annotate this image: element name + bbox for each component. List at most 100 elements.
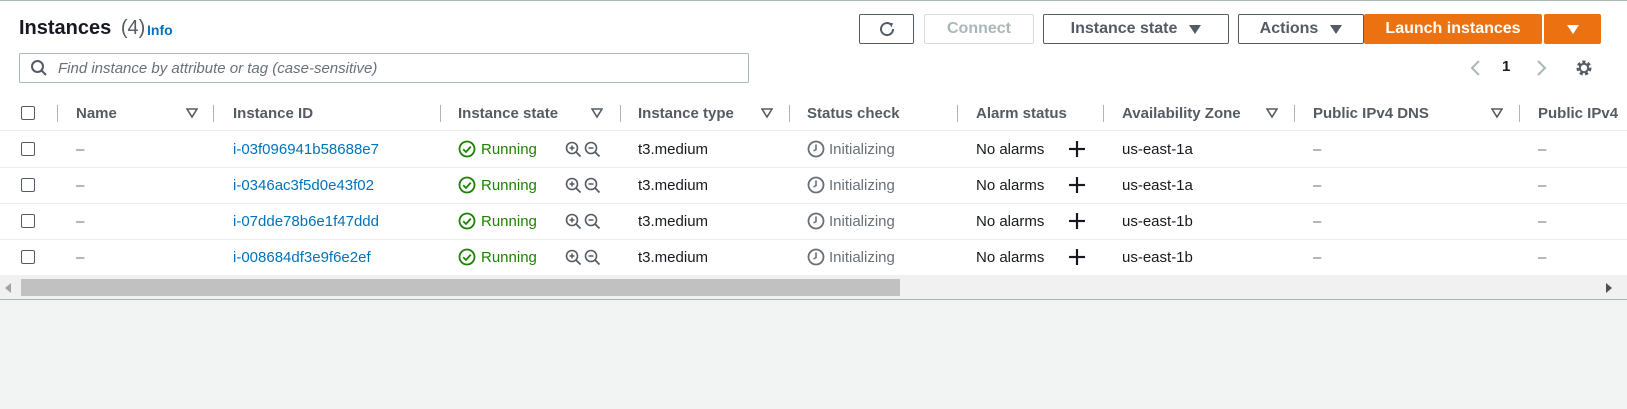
- scroll-right-arrow-icon[interactable]: [1606, 283, 1612, 293]
- search-icon: [31, 60, 47, 76]
- zoom-out-icon[interactable]: [584, 141, 601, 158]
- sort-icon[interactable]: [1266, 107, 1278, 119]
- instance-state-button[interactable]: Instance state: [1043, 14, 1229, 44]
- status-check-cell: Initializing: [807, 203, 895, 239]
- prev-page-button[interactable]: [1469, 55, 1483, 81]
- instances-panel: Instances (4) Info Connect Instance stat…: [0, 1, 1627, 300]
- connect-button[interactable]: Connect: [924, 14, 1034, 44]
- availability-zone-cell: us-east-1b: [1122, 248, 1193, 266]
- row-checkbox[interactable]: [21, 214, 35, 228]
- caret-down-icon: [1566, 24, 1579, 34]
- table-row[interactable]: – i-03f096941b58688e7 Running t3.medium …: [0, 131, 1627, 168]
- sort-icon[interactable]: [591, 107, 603, 119]
- current-page[interactable]: 1: [1502, 58, 1510, 75]
- table-row[interactable]: – i-0346ac3f5d0e43f02 Running t3.medium …: [0, 167, 1627, 204]
- status-check-text: Initializing: [829, 176, 895, 194]
- column-divider[interactable]: [57, 105, 58, 122]
- instance-state-text: Running: [481, 140, 537, 158]
- add-alarm-button[interactable]: [1068, 239, 1086, 275]
- public-dns-cell: –: [1313, 212, 1322, 230]
- alarm-status-cell: No alarms: [976, 212, 1045, 230]
- gear-icon: [1576, 60, 1592, 76]
- column-header-instance-id[interactable]: Instance ID: [233, 96, 313, 130]
- column-header-instance-state[interactable]: Instance state: [458, 96, 558, 130]
- column-divider[interactable]: [957, 105, 958, 122]
- instance-type-cell: t3.medium: [638, 248, 709, 266]
- caret-down-icon: [1189, 24, 1202, 34]
- instance-id-link[interactable]: i-07dde78b6e1f47ddd: [233, 203, 379, 239]
- add-alarm-button[interactable]: [1068, 167, 1086, 203]
- actions-button[interactable]: Actions: [1238, 14, 1364, 44]
- search-input[interactable]: [56, 58, 748, 78]
- launch-options-dropdown[interactable]: [1544, 14, 1601, 44]
- public-dns-cell: –: [1313, 176, 1322, 194]
- zoom-out-icon[interactable]: [584, 177, 601, 194]
- column-header-instance-type[interactable]: Instance type: [638, 96, 734, 130]
- row-checkbox[interactable]: [21, 142, 35, 156]
- column-divider[interactable]: [620, 105, 621, 122]
- instance-id-link[interactable]: i-0346ac3f5d0e43f02: [233, 167, 374, 203]
- zoom-out-icon[interactable]: [584, 213, 601, 230]
- sort-icon[interactable]: [761, 107, 773, 119]
- name-cell: –: [76, 212, 85, 230]
- column-header-public-dns[interactable]: Public IPv4 DNS: [1313, 96, 1429, 130]
- row-checkbox[interactable]: [21, 250, 35, 264]
- plus-icon: [1069, 177, 1085, 193]
- row-checkbox[interactable]: [21, 178, 35, 192]
- refresh-button[interactable]: [859, 14, 914, 44]
- column-header-name[interactable]: Name: [76, 96, 117, 130]
- sort-icon[interactable]: [1491, 107, 1503, 119]
- scrollbar-thumb[interactable]: [21, 279, 900, 296]
- preferences-button[interactable]: [1574, 55, 1594, 81]
- page-title: Instances (4): [19, 17, 145, 40]
- page-title-text: Instances: [19, 17, 112, 39]
- instance-state-cell: Running: [458, 203, 537, 239]
- status-check-cell: Initializing: [807, 239, 895, 275]
- public-ipv4-cell: –: [1538, 140, 1547, 158]
- table-row[interactable]: – i-07dde78b6e1f47ddd Running t3.medium …: [0, 203, 1627, 240]
- column-divider[interactable]: [1519, 105, 1520, 122]
- instance-count: (4): [120, 17, 146, 39]
- zoom-in-icon[interactable]: [565, 141, 582, 158]
- status-check-text: Initializing: [829, 212, 895, 230]
- next-page-button[interactable]: [1534, 55, 1548, 81]
- clock-icon: [807, 176, 825, 194]
- plus-icon: [1069, 213, 1085, 229]
- instance-state-text: Running: [481, 212, 537, 230]
- clock-icon: [807, 248, 825, 266]
- caret-down-icon: [1330, 24, 1343, 34]
- add-alarm-button[interactable]: [1068, 131, 1086, 167]
- zoom-in-icon[interactable]: [565, 249, 582, 266]
- column-divider[interactable]: [1294, 105, 1295, 122]
- column-divider[interactable]: [1103, 105, 1104, 122]
- clock-icon: [807, 140, 825, 158]
- select-all-checkbox[interactable]: [21, 106, 35, 120]
- column-header-availability-zone[interactable]: Availability Zone: [1122, 96, 1241, 130]
- chevron-right-icon: [1537, 60, 1547, 76]
- search-box[interactable]: [19, 53, 749, 83]
- zoom-in-icon[interactable]: [565, 213, 582, 230]
- table-header: Name Instance ID Instance state Instance…: [0, 96, 1627, 131]
- column-divider[interactable]: [789, 105, 790, 122]
- table-row[interactable]: – i-008684df3e9f6e2ef Running t3.medium …: [0, 239, 1627, 276]
- launch-instances-button[interactable]: Launch instances: [1364, 14, 1542, 44]
- sort-icon[interactable]: [186, 107, 198, 119]
- zoom-in-icon[interactable]: [565, 177, 582, 194]
- column-header-public-ipv4[interactable]: Public IPv4: [1538, 96, 1623, 130]
- info-link[interactable]: Info: [147, 22, 173, 38]
- instance-state-cell: Running: [458, 167, 537, 203]
- instance-id-link[interactable]: i-008684df3e9f6e2ef: [233, 239, 371, 275]
- public-dns-cell: –: [1313, 248, 1322, 266]
- horizontal-scrollbar[interactable]: [0, 275, 1627, 299]
- chevron-left-icon: [1470, 60, 1480, 76]
- scroll-left-arrow-icon[interactable]: [5, 283, 11, 293]
- add-alarm-button[interactable]: [1068, 203, 1086, 239]
- column-header-status-check[interactable]: Status check: [807, 96, 900, 130]
- column-header-alarm-status[interactable]: Alarm status: [976, 96, 1067, 130]
- instance-type-cell: t3.medium: [638, 212, 709, 230]
- zoom-out-icon[interactable]: [584, 249, 601, 266]
- column-divider[interactable]: [440, 105, 441, 122]
- instance-id-link[interactable]: i-03f096941b58688e7: [233, 131, 379, 167]
- column-divider[interactable]: [213, 105, 214, 122]
- zoom-controls: [565, 131, 601, 167]
